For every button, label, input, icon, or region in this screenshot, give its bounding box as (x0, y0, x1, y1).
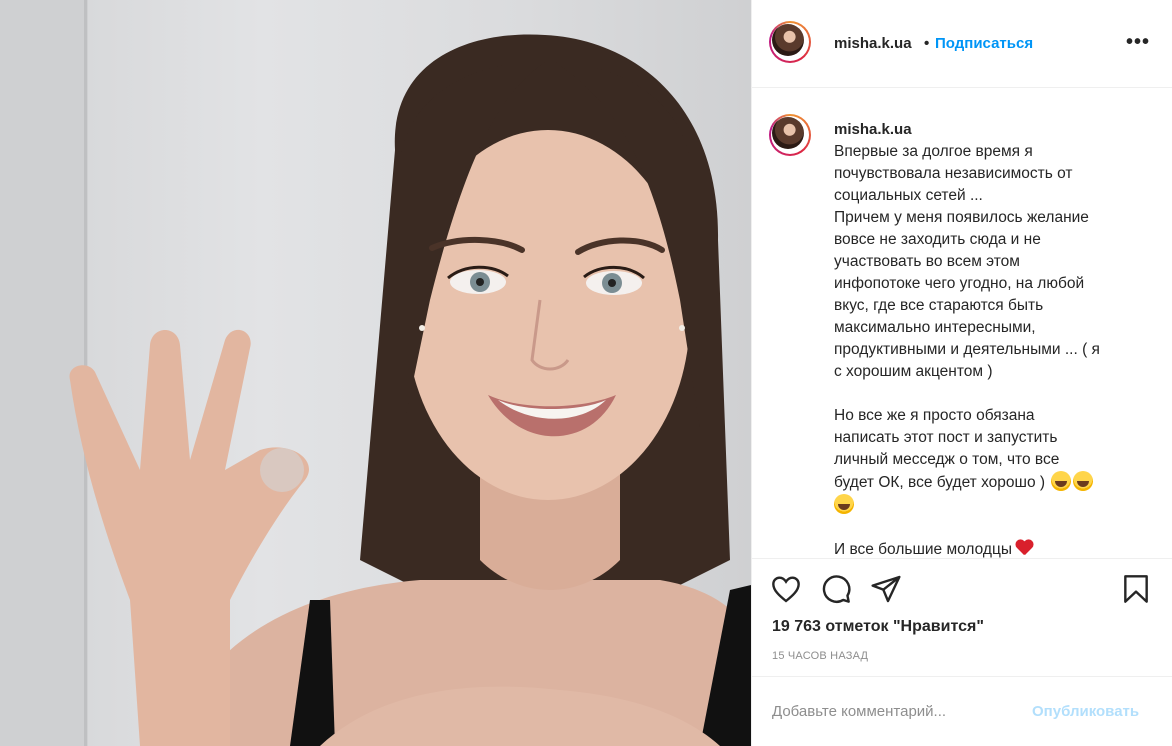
post-sidebar: misha.k.ua • Подписаться ••• misha.k.ua … (751, 0, 1172, 746)
caption-line: продуктивными и деятельными ... ( я (834, 341, 1100, 358)
caption-avatar[interactable] (769, 114, 811, 156)
comment-bar: Опубликовать (752, 676, 1172, 746)
comment-input[interactable] (772, 699, 1012, 723)
caption-line: вкус, где все стараются быть (834, 297, 1044, 314)
separator-dot: • (924, 35, 930, 52)
caption-line: И все большие молодцы (834, 539, 1134, 558)
laughing-emoji-icon (1073, 471, 1094, 491)
caption-line: написать этот пост и запустить (834, 429, 1058, 446)
caption-username[interactable]: misha.k.ua (834, 121, 912, 138)
bookmark-icon[interactable] (1120, 573, 1152, 605)
caption-line: с хорошим акцентом ) (834, 363, 993, 380)
more-options-icon[interactable]: ••• (1126, 30, 1150, 54)
caption-line: вовсе не заходить сюда и не (834, 231, 1041, 248)
post-photo[interactable] (0, 0, 751, 746)
caption-section: misha.k.ua Впервые за долгое время я почу… (752, 88, 1172, 558)
caption-line: почувствовала независимость от (834, 165, 1073, 182)
publish-button[interactable]: Опубликовать (1032, 703, 1139, 720)
caption-line: личный месседж о том, что все (834, 451, 1060, 468)
caption-line: максимально интересными, (834, 319, 1036, 336)
likes-count[interactable]: 19 763 отметок "Нравится" (772, 618, 984, 636)
caption-line (834, 383, 1134, 405)
post-header: misha.k.ua • Подписаться ••• (752, 0, 1172, 88)
post-timestamp[interactable]: 15 ЧАСОВ НАЗАД (772, 650, 868, 662)
caption-text: Впервые за долгое время я почувствовала н… (834, 141, 1134, 558)
header-username[interactable]: misha.k.ua (834, 35, 912, 52)
caption-line: социальных сетей ... (834, 187, 983, 204)
caption-line: Причем у меня появилось желание (834, 209, 1089, 226)
paper-plane-icon[interactable] (870, 573, 902, 605)
laughing-emoji-icon (1051, 471, 1072, 491)
laughing-emoji-icon (834, 494, 854, 514)
heart-outline-icon[interactable] (770, 573, 802, 605)
avatar[interactable] (769, 21, 811, 63)
post-photo-illustration (0, 0, 751, 746)
caption-line: будет ОК, все будет хорошо ) (834, 471, 1134, 494)
caption-line: Но все же я просто обязана (834, 407, 1035, 424)
caption-line (834, 494, 1134, 517)
caption-line (834, 517, 1134, 539)
caption-line: инфопотоке чего угодно, на любой (834, 275, 1085, 292)
follow-button[interactable]: Подписаться (935, 35, 1033, 52)
caption-line: участвовать во всем этом (834, 253, 1020, 270)
caption-line: Впервые за долгое время я (834, 143, 1033, 160)
comment-bubble-icon[interactable] (820, 573, 852, 605)
post-actions: 19 763 отметок "Нравится" 15 ЧАСОВ НАЗАД (752, 558, 1172, 676)
red-heart-emoji-icon (1016, 540, 1034, 556)
